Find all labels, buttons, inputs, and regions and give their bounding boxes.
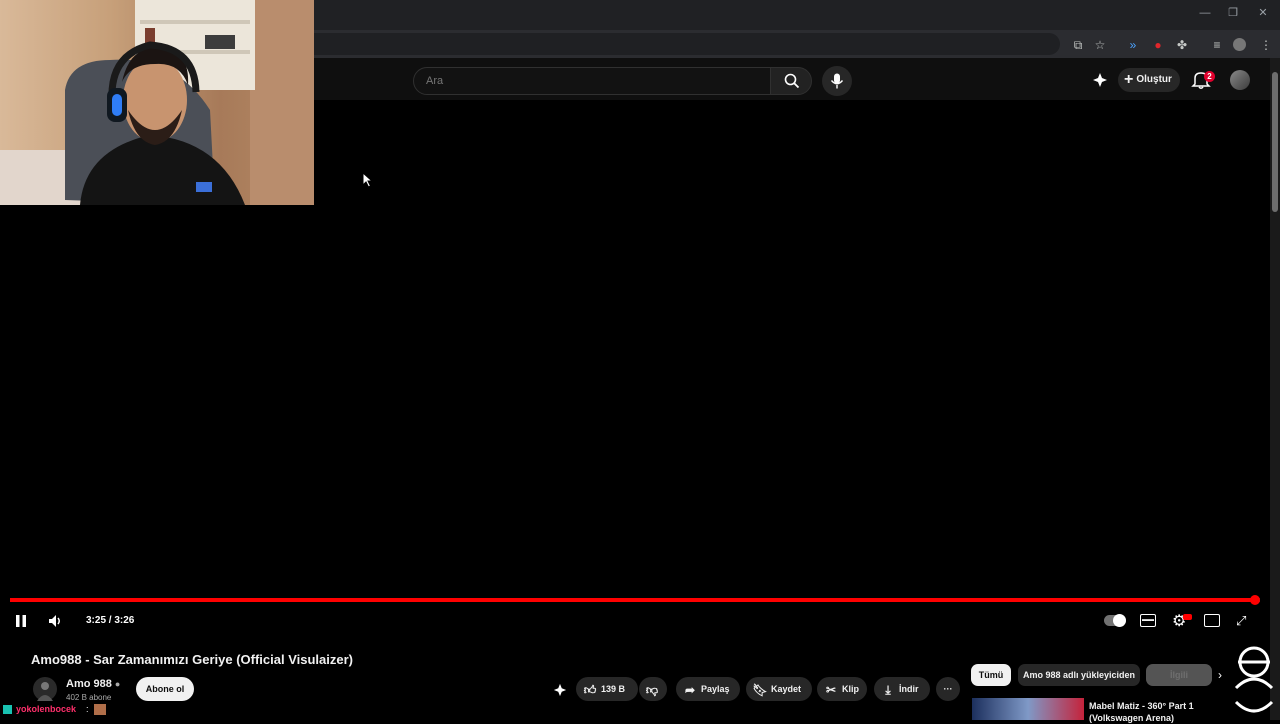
mouse-cursor-icon <box>362 172 374 188</box>
progress-scrubber-handle[interactable] <box>1250 595 1260 605</box>
pause-icon <box>16 615 26 627</box>
volume-icon <box>49 615 60 627</box>
notification-count-badge: 2 <box>1204 71 1215 82</box>
browser-menu-icon[interactable]: ⋮ <box>1258 37 1274 53</box>
related-video-thumbnail[interactable] <box>972 698 1084 720</box>
thumbs-up-icon: 👍︎ <box>583 682 597 697</box>
scrollbar-thumb[interactable] <box>1272 72 1278 212</box>
subtitles-icon[interactable]: ▬▬ <box>1140 614 1156 627</box>
webcam-overlay <box>0 0 314 205</box>
scissors-icon: ✂ <box>825 682 837 697</box>
fullscreen-icon[interactable]: ⤢ <box>1236 613 1246 629</box>
search-icon <box>784 73 800 89</box>
chat-emote-icon <box>94 704 106 715</box>
download-button[interactable]: ⤓ İndir <box>874 677 930 701</box>
microphone-icon <box>830 73 844 89</box>
chat-separator: : <box>86 704 89 714</box>
chat-user-badge-icon <box>3 705 12 714</box>
more-dots-icon: ··· <box>943 684 953 694</box>
channel-avatar-figure <box>37 682 53 701</box>
chips-next-chevron-icon[interactable]: › <box>1218 668 1222 682</box>
create-label: Oluştur <box>1136 74 1172 85</box>
ask-sparkle-icon[interactable] <box>553 683 567 697</box>
bookmark-star-icon[interactable]: ☆ <box>1092 37 1108 53</box>
chip-all[interactable]: Tümü <box>971 664 1011 686</box>
minimize-icon[interactable]: — <box>1198 6 1212 20</box>
thumbs-down-icon: 👎︎ <box>645 682 659 697</box>
subscriber-count: 402 B abone <box>66 693 112 702</box>
streamer-logo-icon <box>1234 646 1274 713</box>
download-label: İndir <box>899 684 919 694</box>
clip-label: Klip <box>842 684 859 694</box>
channel-name-text: Amo 988 <box>66 678 112 690</box>
more-actions-button[interactable]: ··· <box>936 677 960 701</box>
address-bar[interactable] <box>300 33 1060 55</box>
time-display: 3:25 / 3:26 <box>86 615 135 626</box>
channel-name[interactable]: Amo 988 ● <box>66 678 120 690</box>
plus-icon: + <box>1124 71 1134 88</box>
share-arrow-icon: ➦ <box>684 682 696 697</box>
video-title: Amo988 - Sar Zamanımızı Geriye (Official… <box>31 652 353 667</box>
chat-username: yokolenbocek <box>16 704 77 714</box>
pause-button[interactable] <box>14 614 28 633</box>
dislike-button[interactable]: 👎︎ <box>639 677 667 701</box>
miniplayer-icon[interactable] <box>1204 614 1220 627</box>
verified-icon: ● <box>114 679 121 689</box>
related-video-title[interactable]: Mabel Matiz - 360° Part 1 (Volkswagen Ar… <box>1089 700 1229 724</box>
chip-related[interactable]: İlgili <box>1146 664 1212 686</box>
save-label: Kaydet <box>771 684 802 694</box>
subscribe-button[interactable]: Abone ol <box>136 677 194 701</box>
download-icon: ⤓ <box>885 682 891 697</box>
channel-avatar[interactable] <box>33 677 57 701</box>
autoplay-toggle-knob <box>1113 614 1126 627</box>
like-button[interactable]: 👍︎ 139 B <box>576 677 638 701</box>
sparkle-icon[interactable] <box>1092 72 1108 88</box>
share-label: Paylaş <box>701 684 730 694</box>
save-button[interactable]: 🔖︎ Kaydet <box>746 677 812 701</box>
volume-button[interactable] <box>47 613 63 634</box>
create-button[interactable]: + Oluştur <box>1118 68 1180 92</box>
search-box[interactable] <box>413 67 771 95</box>
autoplay-toggle[interactable] <box>1104 614 1126 627</box>
extension-audio-icon[interactable]: » <box>1125 37 1141 53</box>
chip-from-uploader[interactable]: Amo 988 adlı yükleyiciden <box>1018 664 1140 686</box>
search-button[interactable] <box>770 67 812 95</box>
extensions-puzzle-icon[interactable]: ✤ <box>1174 37 1190 53</box>
search-input[interactable] <box>424 74 748 88</box>
like-count: 139 B <box>601 684 626 694</box>
close-icon[interactable]: ✕ <box>1256 6 1270 20</box>
install-app-icon[interactable]: ⧉ <box>1070 37 1086 53</box>
extension-red-icon[interactable]: ● <box>1150 37 1166 53</box>
video-progress-fill <box>10 598 1254 602</box>
share-button[interactable]: ➦ Paylaş <box>676 677 740 701</box>
profile-avatar-icon[interactable] <box>1233 38 1246 51</box>
bookmark-icon: 🔖︎ <box>752 682 768 697</box>
account-avatar[interactable] <box>1230 70 1250 90</box>
voice-search-button[interactable] <box>822 66 852 96</box>
media-control-icon[interactable]: ≡ <box>1209 37 1225 53</box>
restore-icon[interactable]: ❐ <box>1226 6 1240 20</box>
clip-button[interactable]: ✂ Klip <box>817 677 867 701</box>
hd-badge <box>1183 614 1192 620</box>
webcam-scene <box>0 0 314 205</box>
